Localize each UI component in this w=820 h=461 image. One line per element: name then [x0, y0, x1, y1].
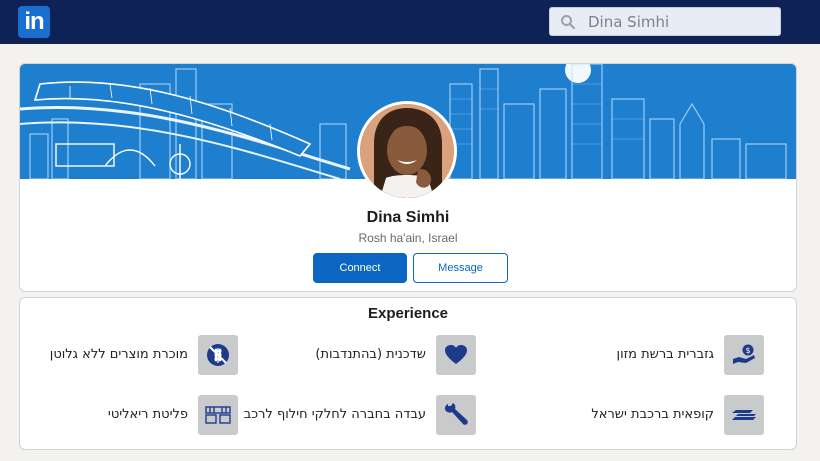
message-button[interactable]: Message	[413, 253, 508, 283]
profile-photo	[360, 104, 454, 198]
profile-name: Dina Simhi	[366, 209, 450, 226]
experience-item-car-parts[interactable]: עבדה בחברה לחלקי חילוף לרכב	[244, 395, 476, 435]
experience-item-gluten-free[interactable]: מוכרת מוצרים ללא גלוטן	[50, 335, 238, 375]
experience-title: Experience	[367, 305, 449, 322]
wrench-icon	[436, 395, 476, 435]
top-navigation-bar: in	[0, 0, 820, 44]
hand-coin-icon: $	[724, 335, 764, 375]
experience-label: עבדה בחברה לחלקי חילוף לרכב	[243, 407, 426, 422]
search-icon	[561, 15, 576, 30]
experience-card: Experience גזברית ברשת מזון $ שדכנית (בה…	[19, 297, 797, 450]
experience-label: פליטת ריאליטי	[107, 407, 188, 422]
experience-item-cashier[interactable]: קופאית ברכבת ישראל	[580, 395, 764, 435]
experience-item-matchmaker[interactable]: שדכנית (בהתנדבות)	[270, 335, 476, 375]
heart-icon	[436, 335, 476, 375]
experience-label: שדכנית (בהתנדבות)	[315, 347, 426, 362]
linkedin-logo[interactable]: in	[18, 6, 50, 38]
profile-card: Dina Simhi Rosh ha'ain, Israel Connect M…	[19, 63, 797, 292]
experience-label: גזברית ברשת מזון	[616, 347, 714, 362]
experience-item-treasurer[interactable]: גזברית ברשת מזון $	[580, 335, 764, 375]
experience-label: מוכרת מוצרים ללא גלוטן	[49, 347, 188, 362]
svg-text:$: $	[745, 346, 750, 355]
experience-item-reality[interactable]: פליטת ריאליטי	[100, 395, 238, 435]
profile-location: Rosh ha'ain, Israel	[358, 231, 458, 245]
train-logo-icon	[724, 395, 764, 435]
connect-button[interactable]: Connect	[313, 253, 407, 283]
profile-avatar[interactable]	[357, 101, 457, 201]
no-wheat-icon	[198, 335, 238, 375]
search-input[interactable]	[588, 11, 773, 32]
reality-show-logo-icon	[198, 395, 238, 435]
experience-label: קופאית ברכבת ישראל	[591, 407, 714, 422]
search-box[interactable]	[549, 7, 781, 36]
